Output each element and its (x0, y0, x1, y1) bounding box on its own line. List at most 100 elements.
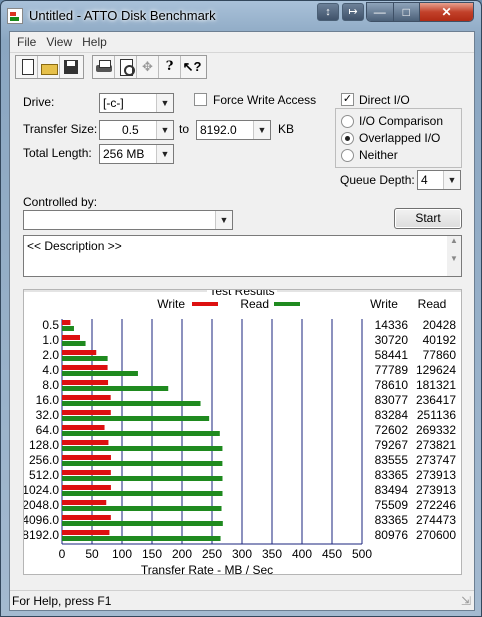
extra-caption-button-1[interactable]: ↕ (317, 3, 339, 21)
category-label: 32.0 (36, 408, 60, 422)
write-value: 83365 (375, 468, 409, 482)
transfer-size-from-select[interactable]: 0.5 ▼ (99, 120, 174, 140)
open-icon[interactable] (38, 56, 60, 78)
status-bar: For Help, press F1 ⇲ (10, 590, 474, 610)
x-tick-label: 150 (142, 547, 162, 561)
write-value: 83365 (375, 513, 409, 527)
category-label: 256.0 (29, 453, 59, 467)
write-value: 83077 (375, 393, 409, 407)
read-bar (62, 446, 223, 451)
write-bar (62, 425, 105, 430)
direct-io-label: Direct I/O (359, 93, 410, 107)
read-bar (62, 326, 74, 331)
write-column-header: Write (370, 297, 398, 311)
read-bar (62, 371, 138, 376)
queue-depth-select[interactable]: 4 ▼ (417, 170, 461, 190)
x-tick-label: 350 (262, 547, 282, 561)
write-bar (62, 410, 111, 415)
read-bar (62, 431, 220, 436)
force-write-checkbox[interactable] (194, 93, 207, 106)
transfer-from-value: 0.5 (122, 123, 139, 137)
test-results-chart: Test Results Write Read Write Read0 50 100 150… (24, 290, 461, 574)
atto-app-icon[interactable] (7, 8, 23, 24)
client-area: File View Help ✥ ? ↖? Drive: [-c-] ▼ For… (9, 31, 475, 611)
drive-select[interactable]: [-c-] ▼ (99, 93, 174, 113)
io-comparison-radio[interactable] (341, 115, 354, 128)
read-value: 129624 (416, 363, 456, 377)
chevron-down-icon[interactable]: ▼ (443, 171, 460, 189)
queue-depth-label: Queue Depth: (340, 173, 415, 187)
chevron-down-icon[interactable]: ▼ (215, 211, 232, 229)
category-label: 0.5 (42, 318, 59, 332)
write-bar (62, 485, 111, 490)
context-help-icon[interactable]: ↖? (181, 56, 203, 78)
read-column-header: Read (418, 297, 447, 311)
start-button[interactable]: Start (394, 208, 462, 229)
read-value: 273913 (416, 468, 456, 482)
read-value: 251136 (417, 408, 456, 422)
direct-io-checkbox[interactable]: ✓ (341, 93, 354, 106)
description-scrollbar[interactable]: ▲ ▼ (447, 236, 461, 276)
chevron-down-icon[interactable]: ▼ (156, 121, 173, 139)
move-icon[interactable]: ✥ (137, 56, 159, 78)
write-value: 14336 (375, 318, 409, 332)
chevron-down-icon[interactable]: ▼ (253, 121, 270, 139)
read-bar (62, 521, 223, 526)
read-value: 270600 (416, 528, 456, 542)
menu-view[interactable]: View (41, 35, 77, 49)
save-icon[interactable] (60, 56, 82, 78)
resize-grip-icon[interactable]: ⇲ (461, 594, 471, 608)
total-length-select[interactable]: 256 MB ▼ (99, 144, 174, 164)
overlapped-io-radio[interactable] (341, 132, 354, 145)
neither-label: Neither (359, 148, 398, 162)
read-value: 273913 (416, 483, 456, 497)
controlled-by-select[interactable]: ▼ (23, 210, 233, 230)
write-bar (62, 500, 107, 505)
write-value: 75509 (375, 498, 409, 512)
write-value: 83284 (375, 408, 409, 422)
category-label: 2.0 (42, 348, 59, 362)
write-bar (62, 350, 97, 355)
description-field[interactable]: << Description >> ▲ ▼ (23, 235, 462, 277)
write-bar (62, 320, 71, 325)
neither-radio[interactable] (341, 149, 354, 162)
menu-file[interactable]: File (12, 35, 41, 49)
extra-caption-button-2[interactable]: ↦ (342, 3, 364, 21)
chevron-down-icon[interactable]: ▼ (156, 145, 173, 163)
x-tick-label: 500 (352, 547, 372, 561)
title-bar[interactable]: Untitled - ATTO Disk Benchmark ↕ ↦ — □ ✕ (1, 1, 481, 31)
caption-buttons: — □ ✕ (366, 2, 474, 22)
read-bar (62, 506, 222, 511)
legend-write-swatch (192, 302, 218, 306)
kb-label: KB (278, 122, 295, 136)
maximize-button[interactable]: □ (393, 3, 421, 21)
write-value: 83494 (375, 483, 409, 497)
x-tick-label: 0 (59, 547, 66, 561)
menu-help[interactable]: Help (77, 35, 112, 49)
x-tick-label: 450 (322, 547, 342, 561)
legend-read-swatch (274, 302, 300, 306)
legend-read-label: Read (240, 297, 269, 311)
x-tick-label: 400 (292, 547, 312, 561)
write-value: 79267 (375, 438, 409, 452)
transfer-size-to-select[interactable]: 8192.0 ▼ (196, 120, 271, 140)
x-tick-label: 50 (85, 547, 99, 561)
minimize-button[interactable]: — (367, 3, 394, 21)
read-bar (62, 386, 169, 391)
write-value: 77789 (375, 363, 409, 377)
new-icon[interactable] (16, 56, 38, 78)
help-icon[interactable]: ? (159, 56, 181, 78)
read-value: 269332 (416, 423, 456, 437)
x-tick-label: 250 (202, 547, 222, 561)
legend-write-label: Write (157, 297, 185, 311)
write-bar (62, 470, 111, 475)
test-results-panel: Test Results Write Read Write Read 0 50 100 150… (23, 289, 462, 575)
chevron-down-icon[interactable]: ▼ (156, 94, 173, 112)
category-label: 8192.0 (24, 528, 59, 542)
close-button[interactable]: ✕ (420, 3, 473, 21)
category-label: 16.0 (36, 393, 60, 407)
print-icon[interactable] (93, 56, 115, 78)
read-value: 272246 (416, 498, 456, 512)
print-preview-icon[interactable] (115, 56, 137, 78)
category-label: 4.0 (42, 363, 59, 377)
